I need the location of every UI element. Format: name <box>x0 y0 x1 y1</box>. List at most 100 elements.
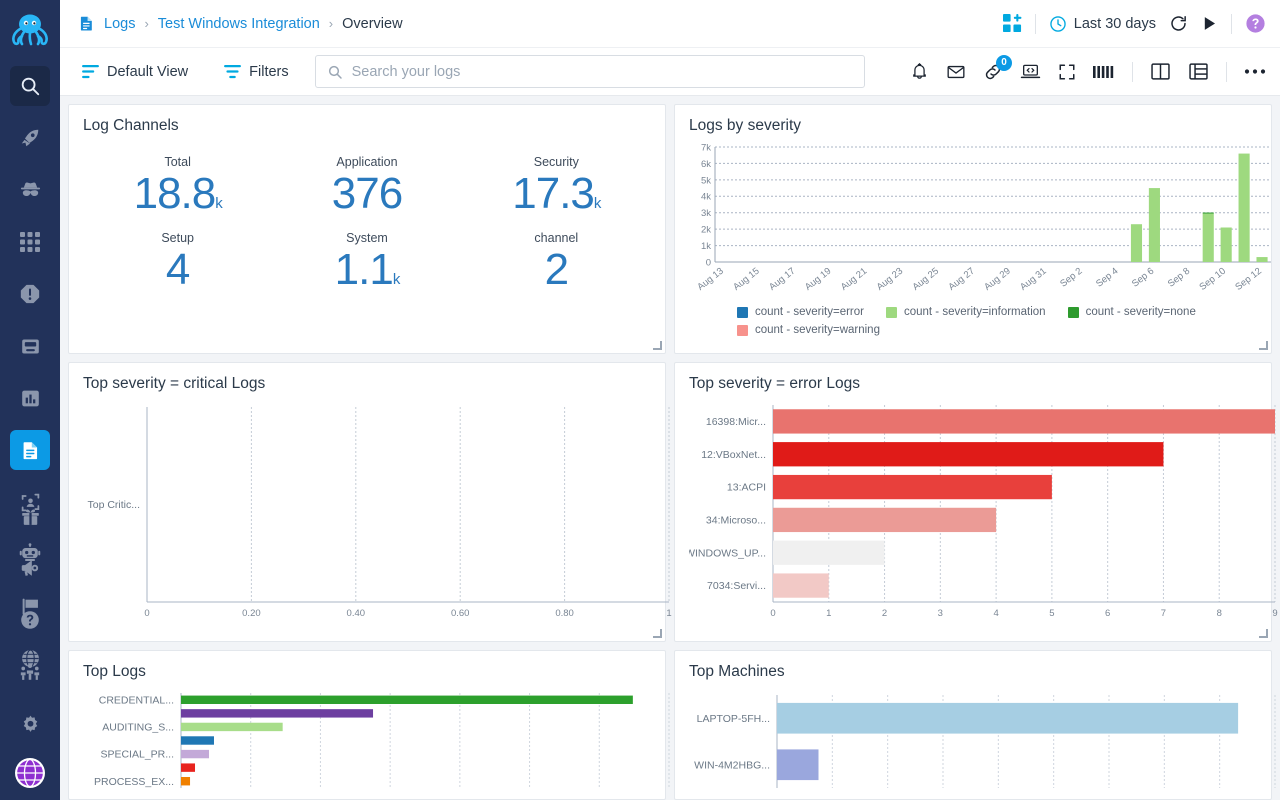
svg-text:2: 2 <box>882 608 887 619</box>
stat-system: System 1.1k <box>272 231 461 293</box>
top-machines-chart[interactable]: LAPTOP-5FH... WIN-4M2HBG... <box>689 685 1280 790</box>
panel-title: Logs by severity <box>689 117 801 134</box>
bars-icon[interactable] <box>1093 64 1115 80</box>
svg-text:Sep 12: Sep 12 <box>1233 266 1264 293</box>
bell-icon[interactable] <box>910 62 929 81</box>
legend-item[interactable]: count - severity=warning <box>737 324 880 336</box>
stat-number: 18.8 <box>133 169 217 218</box>
add-dashboard-icon[interactable] <box>1002 14 1022 33</box>
stat-suffix: k <box>215 195 222 212</box>
top-bar: Logs › Test Windows Integration › Overvi… <box>60 0 1280 48</box>
time-range-label: Last 30 days <box>1073 15 1156 32</box>
svg-text:AUDITING_S...: AUDITING_S... <box>102 722 174 734</box>
stat-number: 1.1 <box>334 244 394 294</box>
octopus-logo[interactable] <box>0 0 60 60</box>
help-circle-icon[interactable] <box>1245 13 1266 34</box>
play-icon[interactable] <box>1201 15 1218 32</box>
search-bar[interactable] <box>314 55 865 88</box>
sidebar-item-announcements[interactable] <box>10 548 50 588</box>
svg-text:0.40: 0.40 <box>347 608 366 619</box>
svg-text:WIN-4M2HBG...: WIN-4M2HBG... <box>694 759 770 771</box>
time-range-picker[interactable]: Last 30 days <box>1049 15 1156 33</box>
sidebar-item-rocket[interactable] <box>10 118 50 158</box>
sidebar-item-detective[interactable] <box>10 170 50 210</box>
svg-text:Aug 17: Aug 17 <box>767 266 798 293</box>
default-view-button[interactable]: Default View <box>74 59 196 85</box>
logs-by-severity-chart[interactable]: 01k2k3k4k5k6k7kAug 13 Aug 15 Aug 17 Aug 19 A… <box>689 139 1275 304</box>
legend-swatch <box>737 324 748 336</box>
sidebar-item-analytics[interactable] <box>10 378 50 418</box>
legend-item[interactable]: count - severity=information <box>885 306 1046 318</box>
svg-text:0.80: 0.80 <box>555 608 574 619</box>
chart-legend: count - severity=error count - severity=i… <box>689 304 1257 336</box>
legend-swatch <box>885 306 897 318</box>
stat-value: 2 <box>462 246 651 293</box>
legend-item[interactable]: count - severity=error <box>737 306 864 318</box>
svg-text:Aug 23: Aug 23 <box>875 266 906 293</box>
links-button[interactable]: 0 <box>983 54 1012 82</box>
sidebar-item-settings[interactable] <box>10 704 50 744</box>
svg-text:Aug 19: Aug 19 <box>803 266 834 293</box>
legend-swatch <box>1067 306 1079 318</box>
envelope-icon[interactable] <box>946 62 966 82</box>
links-badge: 0 <box>996 54 1012 71</box>
panel-title: Top severity = critical Logs <box>83 375 266 392</box>
sidebar-item-inbox[interactable] <box>10 326 50 366</box>
sidebar-item-alerts[interactable] <box>10 274 50 314</box>
svg-text:4: 4 <box>993 608 998 619</box>
breadcrumb: Logs › Test Windows Integration › Overvi… <box>78 14 403 33</box>
laptop-code-icon[interactable] <box>1020 61 1041 82</box>
breadcrumb-logs[interactable]: Logs <box>104 16 135 32</box>
stat-label: Security <box>533 155 579 169</box>
sidebar-item-logs[interactable] <box>10 430 50 470</box>
svg-text:Aug 29: Aug 29 <box>982 266 1013 293</box>
top-logs-chart[interactable]: CREDENTIAL... AUDITING_S... SPECIAL_PR... P… <box>83 685 675 790</box>
svg-text:Aug 15: Aug 15 <box>731 266 762 293</box>
panel-top-machines: Top Machines LAPTOP-5FH... WIN-4M2HBG... <box>674 650 1276 800</box>
svg-text:0: 0 <box>770 608 775 619</box>
panel-top-error: Top severity = error Logs 0 1 2 3 4 5 6 7 8 9 1639… <box>674 362 1278 642</box>
top-critical-chart[interactable]: 0 0.20 0.40 0.60 0.80 1 Top Critic... <box>83 397 675 630</box>
top-error-chart[interactable]: 0 1 2 3 4 5 6 7 8 9 16398:Micr... 12:VBoxNet... 13:A… <box>689 397 1280 630</box>
svg-text:Sep 8: Sep 8 <box>1166 266 1192 290</box>
divider <box>1231 13 1232 34</box>
user-avatar[interactable] <box>15 758 45 788</box>
app-root: Logs › Test Windows Integration › Overvi… <box>0 0 1280 800</box>
sidebar-item-help[interactable] <box>10 600 50 640</box>
legend-label: count - severity=none <box>1085 306 1196 318</box>
panel-resize-handle[interactable] <box>653 629 662 638</box>
legend-label: count - severity=warning <box>755 324 880 336</box>
table-icon[interactable] <box>1188 62 1209 81</box>
refresh-icon[interactable] <box>1169 14 1188 33</box>
svg-text:0: 0 <box>706 257 711 268</box>
svg-text:0: 0 <box>144 608 149 619</box>
sidebar-item-whats-new[interactable] <box>10 496 50 536</box>
svg-text:1k: 1k <box>701 241 711 252</box>
sidebar-item-apps-grid[interactable] <box>10 222 50 262</box>
legend-item[interactable]: count - severity=none <box>1067 306 1196 318</box>
filter-icon <box>224 64 242 79</box>
sidebar-item-search[interactable] <box>10 66 50 106</box>
svg-text:Aug 27: Aug 27 <box>946 266 977 293</box>
breadcrumb-integration[interactable]: Test Windows Integration <box>158 16 320 32</box>
breadcrumb-separator: › <box>328 16 334 31</box>
clock-icon <box>1049 15 1067 33</box>
expand-icon[interactable] <box>1058 63 1076 81</box>
panel-resize-handle[interactable] <box>1259 341 1268 350</box>
svg-text:8: 8 <box>1217 608 1222 619</box>
breadcrumb-overview: Overview <box>342 15 403 32</box>
search-input[interactable] <box>351 63 853 80</box>
columns-icon[interactable] <box>1150 62 1171 81</box>
ellipsis-icon[interactable] <box>1244 68 1266 75</box>
view-list-icon <box>82 64 99 79</box>
svg-text:CREDENTIAL...: CREDENTIAL... <box>99 694 174 706</box>
stat-suffix: k <box>593 195 601 212</box>
sidebar-item-team[interactable] <box>10 652 50 692</box>
panel-resize-handle[interactable] <box>1259 629 1268 638</box>
document-icon <box>78 14 95 33</box>
panel-resize-handle[interactable] <box>653 341 662 350</box>
topbar-actions: Last 30 days <box>1002 13 1266 34</box>
filters-button[interactable]: Filters <box>216 59 296 85</box>
svg-text:Aug 31: Aug 31 <box>1018 266 1049 293</box>
svg-text:Sep 2: Sep 2 <box>1058 266 1084 290</box>
